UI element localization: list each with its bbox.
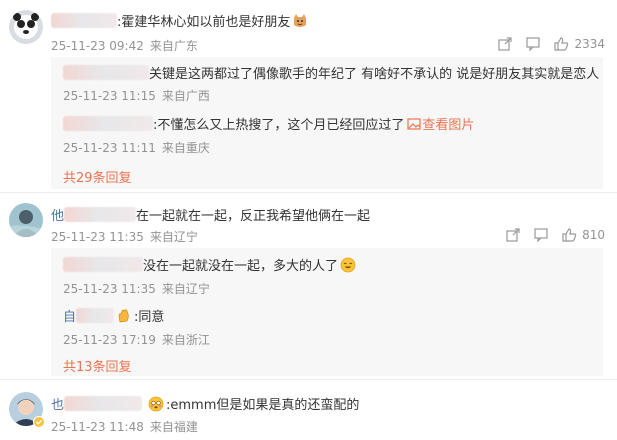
comment-actions: 2334 [497, 36, 605, 52]
like-count: 2334 [574, 37, 605, 51]
timestamp: 25-11-23 17:19 [63, 333, 156, 347]
like-icon [562, 228, 577, 242]
timestamp: 25-11-23 11:48 [51, 420, 144, 434]
reply-item: 关键是这两都过了偶像歌手的年纪了 有啥好不承认的 说是好朋友其实就是恋人 25-… [63, 57, 599, 107]
more-replies-link[interactable]: 共29条回复 [63, 167, 132, 186]
reply-text: 自:同意 [63, 308, 165, 325]
comment-meta: 25-11-23 11:48 来自福建 [51, 418, 198, 435]
reply-box: 关键是这两都过了偶像歌手的年纪了 有啥好不承认的 说是好朋友其实就是恋人 25-… [51, 57, 603, 189]
comment-meta: 25-11-23 11:35 来自辽宁 [51, 228, 198, 245]
location: 来自辽宁 [149, 230, 198, 244]
reply-text: :不懂怎么又上热搜了，这个月已经回应过了 查看图片 [63, 114, 474, 133]
location: 来自重庆 [161, 141, 210, 155]
like-icon [554, 37, 569, 51]
reply-meta: 25-11-23 11:35 来自辽宁 [63, 280, 210, 297]
reply-box: 没在一起就没在一起，多大的人了 25-11-23 11:35 来自辽宁 自:同意 … [51, 248, 603, 376]
username-initial[interactable]: 自 [63, 310, 76, 325]
share-icon[interactable] [505, 227, 521, 243]
like-button[interactable]: 810 [561, 227, 605, 243]
timestamp: 25-11-23 11:35 [51, 230, 144, 244]
location: 来自浙江 [161, 333, 210, 347]
timestamp: 25-11-23 09:42 [51, 39, 144, 53]
like-count: 810 [582, 228, 605, 242]
comment-text: :霍建华林心如以前也是好朋友 [51, 11, 308, 30]
comment-meta: 25-11-23 09:42 来自广东 [51, 37, 198, 54]
username-redacted[interactable] [76, 308, 115, 323]
reply-text: 没在一起就没在一起，多大的人了 [63, 255, 356, 274]
timestamp: 25-11-23 11:11 [63, 141, 156, 155]
comment-item: 也:emmm但是如果是真的还蛮配的 25-11-23 11:48 来自福建 [0, 380, 617, 440]
flushed-emoji-icon [148, 396, 164, 412]
username-initial[interactable]: 他 [51, 209, 64, 224]
reply-item: :不懂怎么又上热搜了，这个月已经回应过了 查看图片 25-11-23 11:11 来… [63, 109, 595, 159]
comment-item: 他在一起就在一起，反正我希望他俩在一起 25-11-23 11:35 来自辽宁 8… [0, 193, 617, 379]
comment-icon[interactable] [525, 36, 541, 52]
comment-item: :霍建华林心如以前也是好朋友 25-11-23 09:42 来自广东 2334 关… [0, 0, 617, 196]
view-image-link[interactable]: 查看图片 [422, 118, 474, 133]
like-button[interactable]: 2334 [553, 36, 605, 52]
reply-meta: 25-11-23 17:19 来自浙江 [63, 331, 210, 348]
username-redacted[interactable] [63, 116, 153, 131]
location: 来自福建 [149, 420, 198, 434]
comment-icon[interactable] [533, 227, 549, 243]
username-redacted[interactable] [63, 257, 143, 272]
reply-meta: 25-11-23 11:11 来自重庆 [63, 139, 210, 156]
smile-emoji-icon [340, 257, 356, 273]
reply-meta: 25-11-23 11:15 来自广西 [63, 87, 210, 104]
reply-text: 关键是这两都过了偶像歌手的年纪了 有啥好不承认的 说是好朋友其实就是恋人 [63, 63, 599, 82]
timestamp: 25-11-23 11:35 [63, 282, 156, 296]
username-initial[interactable]: 也 [51, 398, 64, 413]
avatar[interactable] [9, 10, 43, 44]
location: 来自广西 [161, 89, 210, 103]
cat-emoji-icon [294, 14, 307, 27]
timestamp: 25-11-23 11:15 [63, 89, 156, 103]
clap-emoji-icon [118, 309, 129, 323]
verified-badge-icon [33, 416, 45, 428]
comment-text: 也:emmm但是如果是真的还蛮配的 [51, 396, 360, 413]
more-replies-link[interactable]: 共13条回复 [63, 356, 132, 375]
username-redacted[interactable] [51, 13, 117, 28]
username-redacted[interactable] [64, 207, 137, 222]
username-redacted[interactable] [64, 396, 143, 411]
username-redacted[interactable] [63, 65, 149, 80]
location: 来自辽宁 [161, 282, 210, 296]
image-link-icon [407, 118, 421, 130]
avatar[interactable] [9, 203, 43, 237]
reply-item: 没在一起就没在一起，多大的人了 25-11-23 11:35 来自辽宁 [63, 248, 595, 298]
share-icon[interactable] [497, 36, 513, 52]
reply-item: 自:同意 25-11-23 17:19 来自浙江 [63, 300, 595, 350]
comment-text: 他在一起就在一起，反正我希望他俩在一起 [51, 207, 371, 224]
location: 来自广东 [149, 39, 198, 53]
comment-actions: 810 [505, 227, 605, 243]
